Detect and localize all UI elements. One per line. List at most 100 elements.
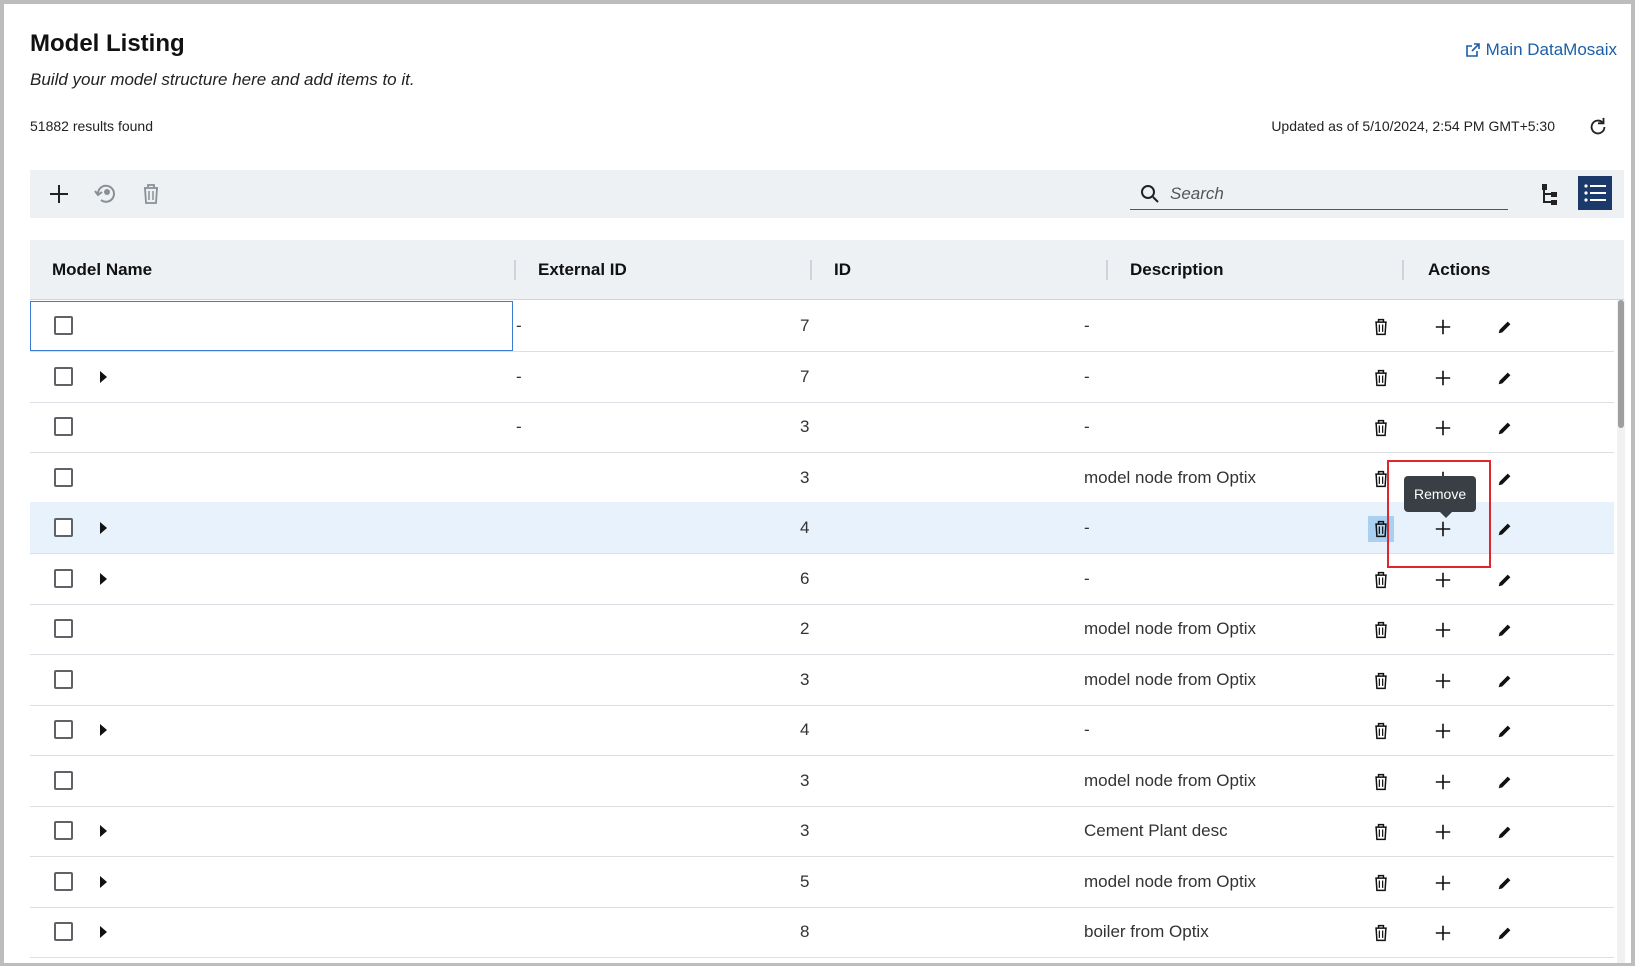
remove-row-button[interactable] (1368, 567, 1394, 593)
table-row[interactable]: 3 model node from Optix (30, 654, 1614, 706)
remove-row-button[interactable] (1368, 920, 1394, 946)
row-checkbox[interactable] (54, 922, 73, 941)
table-row[interactable]: 2 model node from Optix (30, 603, 1614, 655)
expand-row-caret-icon[interactable] (100, 370, 107, 383)
remove-row-button[interactable] (1368, 668, 1394, 694)
row-checkbox[interactable] (54, 821, 73, 840)
restore-button[interactable] (90, 179, 120, 209)
edit-row-button[interactable] (1492, 668, 1518, 694)
expand-row-caret-icon[interactable] (100, 825, 107, 837)
edit-row-button[interactable] (1492, 567, 1518, 593)
expand-row-caret-icon[interactable] (100, 522, 107, 534)
row-checkbox[interactable] (54, 770, 73, 790)
expand-row-caret-icon[interactable] (100, 572, 107, 585)
redacted-pixel (561, 615, 578, 633)
redacted-pixel (876, 462, 893, 480)
redacted-pixel (765, 767, 782, 785)
edit-row-button[interactable] (1492, 819, 1518, 845)
refresh-icon[interactable] (1587, 116, 1609, 138)
redacted-pixel (260, 767, 277, 785)
edit-row-button[interactable] (1492, 870, 1518, 896)
table-row[interactable]: 3 Cement Plant desc (30, 805, 1614, 857)
table-row[interactable]: -7- (30, 300, 1614, 352)
column-resize-handle[interactable] (514, 260, 516, 280)
remove-row-button[interactable] (1368, 769, 1394, 795)
remove-row-button[interactable] (1368, 314, 1394, 340)
add-child-button[interactable] (1430, 668, 1456, 694)
redacted-pixel (175, 716, 192, 734)
row-checkbox[interactable] (54, 366, 73, 386)
expand-row-caret-icon[interactable] (100, 875, 107, 888)
remove-row-button[interactable] (1368, 718, 1394, 744)
remove-row-button[interactable] (1368, 415, 1394, 441)
redacted-pixel (141, 413, 158, 431)
add-child-button[interactable] (1430, 617, 1456, 643)
add-child-button[interactable] (1430, 365, 1456, 391)
table-row[interactable]: -7- (30, 351, 1614, 403)
row-checkbox[interactable] (54, 518, 73, 537)
column-resize-handle[interactable] (1106, 260, 1108, 280)
edit-row-button[interactable] (1492, 617, 1518, 643)
delete-selected-button[interactable] (136, 179, 166, 209)
edit-row-button[interactable] (1492, 769, 1518, 795)
row-checkbox[interactable] (54, 720, 73, 739)
scrollbar-thumb[interactable] (1618, 300, 1624, 428)
search-input[interactable] (1170, 183, 1490, 204)
add-child-button[interactable] (1430, 314, 1456, 340)
tree-view-button[interactable] (1534, 178, 1566, 210)
redacted-pixel (510, 615, 527, 633)
edit-row-button[interactable] (1492, 718, 1518, 744)
add-child-button[interactable] (1430, 415, 1456, 441)
row-checkbox[interactable] (54, 871, 73, 891)
add-child-button[interactable] (1430, 819, 1456, 845)
column-resize-handle[interactable] (1402, 260, 1404, 280)
table-row[interactable]: -3- (30, 401, 1614, 453)
row-checkbox[interactable] (54, 316, 73, 335)
row-checkbox[interactable] (54, 417, 73, 436)
column-resize-handle[interactable] (810, 260, 812, 280)
column-header-external-id[interactable]: External ID (538, 240, 627, 300)
remove-row-button[interactable] (1368, 617, 1394, 643)
table-row[interactable]: 3 model node from Optix (30, 452, 1614, 504)
add-child-button[interactable] (1430, 920, 1456, 946)
edit-row-button[interactable] (1492, 314, 1518, 340)
table-row[interactable]: 6- (30, 553, 1614, 605)
row-checkbox[interactable] (54, 669, 73, 689)
column-header-model-name[interactable]: Model Name (52, 240, 152, 300)
edit-row-button[interactable] (1492, 415, 1518, 441)
edit-row-button[interactable] (1492, 365, 1518, 391)
edit-row-button[interactable] (1492, 466, 1518, 492)
redacted-pixel (731, 918, 748, 936)
list-view-button[interactable] (1578, 176, 1612, 210)
row-checkbox[interactable] (54, 467, 73, 487)
add-model-button[interactable] (44, 179, 74, 209)
remove-row-button[interactable] (1368, 819, 1394, 845)
table-row[interactable]: 3 model node from Optix (30, 755, 1614, 807)
add-child-button[interactable] (1430, 718, 1456, 744)
redacted-pixel (944, 765, 961, 783)
redacted-pixel (927, 563, 944, 581)
redacted-pixel (859, 815, 876, 833)
redacted-pixel (175, 565, 192, 583)
remove-row-button[interactable] (1368, 870, 1394, 896)
table-row[interactable]: 4- (30, 704, 1614, 756)
vertical-scrollbar[interactable] (1617, 300, 1625, 963)
edit-row-button[interactable] (1492, 516, 1518, 542)
column-header-description[interactable]: Description (1130, 240, 1224, 300)
row-checkbox[interactable] (54, 619, 73, 638)
add-child-button[interactable] (1430, 769, 1456, 795)
main-datamosaix-link[interactable]: Main DataMosaix (1465, 40, 1617, 60)
table-row[interactable]: 4- (30, 502, 1614, 554)
expand-row-caret-icon[interactable] (100, 926, 107, 938)
redacted-pixel (510, 716, 527, 734)
row-checkbox[interactable] (54, 568, 73, 588)
column-header-id[interactable]: ID (834, 240, 851, 300)
edit-row-button[interactable] (1492, 920, 1518, 946)
add-child-button[interactable] (1430, 567, 1456, 593)
table-row[interactable]: 8 boiler from Optix (30, 906, 1614, 958)
add-child-button[interactable] (1430, 870, 1456, 896)
table-row[interactable]: 5 model node from Optix (30, 856, 1614, 908)
remove-row-button[interactable] (1368, 365, 1394, 391)
expand-row-caret-icon[interactable] (100, 724, 107, 736)
redacted-pixel (629, 767, 646, 785)
